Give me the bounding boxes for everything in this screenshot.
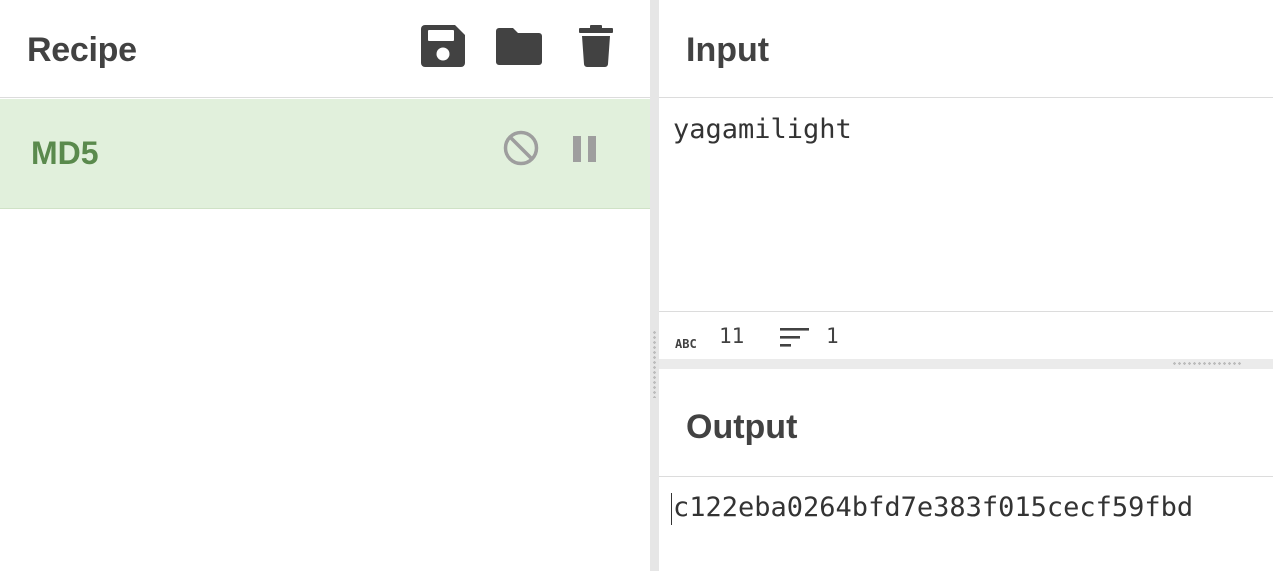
input-text: yagamilight <box>673 114 852 145</box>
output-textarea[interactable]: c122eba0264bfd7e383f015cecf59fbd <box>659 477 1273 571</box>
recipe-operation-md5[interactable]: MD5 <box>0 99 650 209</box>
disable-icon[interactable] <box>503 130 539 171</box>
text-caret <box>671 493 672 525</box>
input-length: 11 <box>719 324 745 348</box>
input-lines: 1 <box>826 324 839 348</box>
recipe-header: Recipe <box>0 0 650 98</box>
pane-resize-handle[interactable] <box>650 0 659 571</box>
cyberchef-app: Recipe MD5 Input yagamilight ABC 11 1 Ou… <box>0 0 1273 571</box>
operation-name: MD5 <box>31 135 99 171</box>
input-status-bar: ABC 11 1 <box>659 311 1273 359</box>
input-title: Input <box>686 31 770 69</box>
abc-icon: ABC <box>675 330 703 354</box>
output-header: Output <box>659 369 1273 477</box>
input-header: Input <box>659 0 1273 98</box>
io-pane: Input yagamilight ABC 11 1 Output c122eb… <box>659 0 1273 571</box>
output-text: c122eba0264bfd7e383f015cecf59fbd <box>673 492 1194 523</box>
lines-icon <box>780 328 809 353</box>
io-resize-handle[interactable] <box>659 359 1273 369</box>
folder-icon[interactable] <box>496 28 542 65</box>
pause-icon[interactable] <box>573 136 597 167</box>
svg-text:ABC: ABC <box>675 337 697 349</box>
output-title: Output <box>686 408 798 446</box>
recipe-title: Recipe <box>27 31 137 69</box>
save-icon[interactable] <box>421 25 465 67</box>
trash-icon[interactable] <box>579 25 613 67</box>
input-textarea[interactable]: yagamilight <box>659 99 1273 311</box>
resize-grip-icon <box>652 330 657 398</box>
resize-grip-icon <box>1172 361 1242 367</box>
recipe-pane: Recipe MD5 <box>0 0 650 571</box>
